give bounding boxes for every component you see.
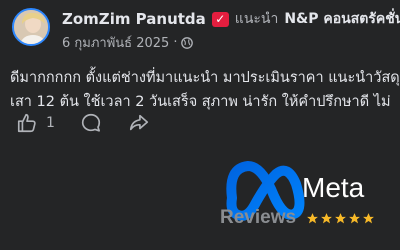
recommend-label: แนะนำ	[234, 11, 279, 27]
post-actions: 1	[16, 112, 175, 134]
rating-stars	[306, 212, 375, 225]
like-button[interactable]: 1	[16, 112, 55, 134]
share-arrow-icon	[129, 114, 148, 131]
avatar[interactable]	[12, 8, 50, 46]
post-body-line: เสา 12 ต้น ใช้เวลา 2 วันเสร็จ สุภาพ น่าร…	[10, 94, 391, 110]
star-icon	[363, 213, 374, 224]
separator-dot: ·	[173, 35, 178, 50]
post-meta: 6 กุมภาพันธ์ 2025 ·	[62, 32, 194, 53]
post-card: ZomZim Panutda ✓ แนะนำ N&P คอนสตรัคชั่น …	[0, 0, 400, 250]
star-icon	[307, 213, 318, 224]
star-icon	[349, 213, 360, 224]
share-button[interactable]	[127, 112, 151, 134]
avatar-photo	[14, 10, 48, 44]
thumbs-up-icon	[17, 113, 36, 133]
like-count: 1	[46, 115, 55, 131]
globe-icon	[181, 36, 194, 49]
reviews-label: Reviews	[220, 207, 297, 228]
post-header: ZomZim Panutda ✓ แนะนำ N&P คอนสตรัคชั่น	[62, 8, 400, 30]
comment-button[interactable]	[79, 112, 103, 134]
page-name-link[interactable]: N&P คอนสตรัคชั่น	[284, 8, 400, 30]
comment-icon	[81, 113, 100, 132]
post-date[interactable]: 6 กุมภาพันธ์ 2025	[62, 32, 169, 53]
post-body-line: ดีมากกกกก ตั้งแต่ช่างที่มาแนะนำ มาประเมิ…	[10, 70, 400, 86]
post-body: ดีมากกกกก ตั้งแต่ช่างที่มาแนะนำ มาประเมิ…	[10, 66, 400, 114]
meta-brand-text: Meta	[302, 172, 365, 203]
star-icon	[335, 213, 346, 224]
star-icon	[321, 213, 332, 224]
recommend-badge-icon: ✓	[211, 11, 229, 27]
author-name[interactable]: ZomZim Panutda	[62, 10, 206, 28]
